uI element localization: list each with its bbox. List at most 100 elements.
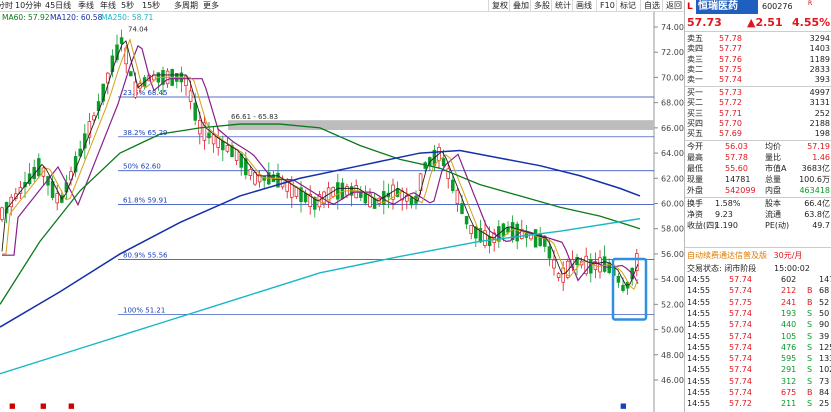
tab-2[interactable]: 45日线 [45, 1, 71, 10]
candle-body [133, 81, 138, 98]
stat-cell: 收益(四) [687, 221, 718, 230]
candle-body [487, 236, 492, 246]
tick-cell: 57.74 [729, 286, 752, 296]
sell-order-row[interactable]: 卖四 57.77 1403 [685, 44, 831, 54]
candle-body [533, 229, 538, 248]
tick-cell: 14:55 [687, 331, 711, 341]
candle-body [451, 179, 455, 192]
tab-7[interactable]: 多周期 [174, 1, 198, 10]
stat-cell: 9.23 [715, 210, 733, 219]
tick-cell: S [807, 308, 813, 318]
toolbar-button-5[interactable]: F10 [596, 0, 618, 12]
stock-code: 600276 [762, 2, 793, 11]
stat-cell: 49.7 [812, 221, 830, 230]
toolbar-button-3[interactable]: 统计 [551, 0, 574, 12]
candle-body [129, 71, 133, 77]
sell-order-row[interactable]: 卖三 57.76 1189 [685, 55, 831, 65]
stat-cell: 外盘 [687, 186, 703, 195]
candle-body [469, 225, 473, 234]
tick-cell: 25 [819, 399, 830, 409]
candle-body [221, 140, 225, 151]
tab-3[interactable]: 季线 [78, 1, 94, 10]
candle-body [556, 273, 561, 278]
buy-order-row[interactable]: 买三 57.71 252 [685, 109, 831, 119]
candle-body [193, 102, 197, 121]
candlestick-chart[interactable]: 74.00 72.00 70.00 68.00 66.00 64.00 62.00 60.00… [0, 12, 684, 412]
tick-row: 14:55 57.72 211 S 25 [685, 399, 831, 409]
tick-cell: 57.75 [729, 297, 752, 307]
tick-cell: S [807, 320, 813, 330]
tick-cell: 57.74 [729, 308, 752, 318]
ma5-line [1, 40, 639, 286]
tab-5[interactable]: 5秒 [121, 1, 134, 10]
tick-cell: 193 [781, 308, 797, 318]
y-tick-label: 48.00 [661, 351, 684, 360]
toolbar-button-8[interactable]: 返回 [662, 0, 685, 12]
tab-4[interactable]: 年线 [100, 1, 116, 10]
order-label: 卖五 [687, 34, 703, 43]
toolbar-button-2[interactable]: 多股 [530, 0, 553, 12]
trade-status-text: 交易状态: 闭市阶段 [687, 264, 757, 273]
tick-cell: 14:55 [687, 388, 711, 397]
buy-order-row[interactable]: 买五 57.69 198 [685, 129, 831, 139]
stat2-row: 换手 1.58% 股本 66.4亿 [685, 199, 831, 209]
order-volume: 4997 [809, 88, 830, 97]
stock-name[interactable]: 恒瑞医药 [696, 0, 758, 14]
stat-cell: 542099 [725, 186, 756, 195]
buy-order-row[interactable]: 买四 57.70 2188 [685, 119, 831, 129]
tab-0[interactable]: 分时 [0, 1, 13, 10]
tick-cell: B [807, 388, 813, 397]
tick-cell: 14:55 [687, 308, 711, 318]
toolbar-button-7[interactable]: 自选 [640, 0, 663, 12]
y-tick-label: 52.00 [661, 300, 684, 309]
order-volume: 393 [814, 75, 830, 85]
order-label: 买三 [687, 108, 703, 118]
buy-order-row[interactable]: 买二 57.72 3131 [685, 98, 831, 108]
tick-cell: S [807, 365, 813, 375]
tab-6[interactable]: 15秒 [142, 1, 160, 10]
stock-logo-icon: L [687, 2, 693, 12]
y-tick-label: 60.00 [661, 200, 684, 209]
stat-cell: 净资 [687, 210, 703, 219]
toolbar-button-1[interactable]: 叠加 [509, 0, 532, 12]
fib-label: 61.8% 59.91 [123, 197, 168, 205]
tab-8[interactable]: 更多 [203, 1, 219, 10]
stock-header: L 恒瑞医药 600276 R [685, 0, 831, 15]
candle-body [188, 90, 193, 102]
fib-label: 38.2% 65.29 [123, 129, 168, 137]
banner-price: 30元/月 [773, 251, 803, 260]
tick-cell: 39 [819, 331, 830, 341]
tick-cell: 212 [781, 286, 797, 296]
sell-order-row[interactable]: 卖一 57.74 393 [685, 75, 831, 85]
toolbar-button-0[interactable]: 复权 [488, 0, 511, 12]
stat-cell: 14781 [725, 175, 751, 184]
trade-status: 交易状态: 闭市阶段 15:00:02 [685, 264, 831, 274]
tick-cell: 14:55 [687, 399, 711, 409]
candle-body [616, 275, 621, 283]
toolbar-button-4[interactable]: 画线 [572, 0, 595, 12]
tick-row: 14:55 57.74 476 S 125 [685, 343, 831, 353]
candle-body [336, 182, 340, 200]
trade-status-time: 15:00:02 [774, 264, 810, 273]
tick-cell: B [807, 297, 813, 307]
order-label: 买五 [687, 129, 703, 139]
tab-1[interactable]: 10分钟 [15, 1, 41, 10]
stat-row: 最低 55.60 市值A 3683亿 [685, 164, 831, 174]
sell-order-row[interactable]: 卖二 57.75 2833 [685, 65, 831, 75]
candle-body [460, 203, 464, 214]
tick-cell: 147 [819, 275, 831, 284]
order-label: 卖一 [687, 75, 703, 85]
r-mark: R [808, 0, 813, 7]
tick-row: 14:55 57.74 595 S 133 [685, 354, 831, 364]
order-label: 买二 [687, 98, 703, 108]
toolbar-button-6[interactable]: 标记 [616, 0, 639, 12]
stat-cell: 换手 [687, 199, 703, 208]
high-label: 74.04 [128, 25, 149, 33]
buy-order-row[interactable]: 买一 57.73 4997 [685, 88, 831, 98]
sell-order-row[interactable]: 卖五 57.78 3294 [685, 34, 831, 44]
tick-cell: 105 [781, 331, 797, 341]
order-label: 买一 [687, 88, 703, 97]
tick-cell: 57.74 [729, 376, 752, 386]
subscription-banner[interactable]: 自动续费通达信普及版 30元/月 [685, 249, 831, 263]
price-change: ▲2.51 [747, 16, 783, 29]
